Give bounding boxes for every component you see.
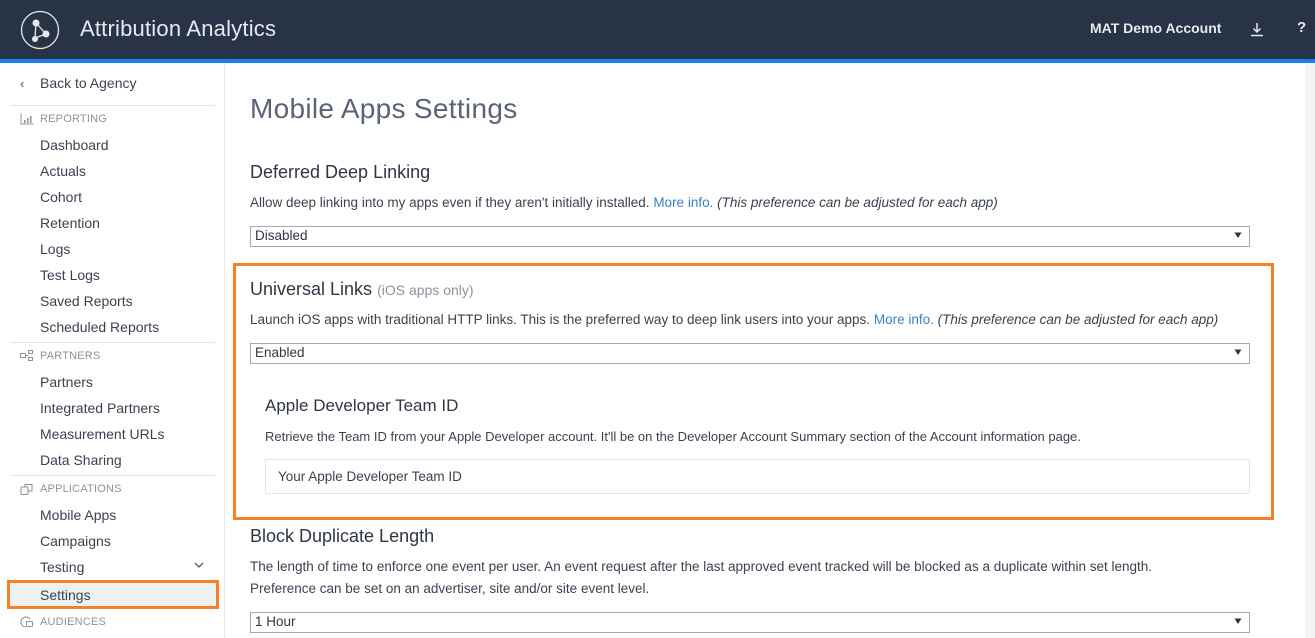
sidebar-item-integrated-partners[interactable]: Integrated Partners <box>40 400 160 416</box>
block-duplicate-length-title: Block Duplicate Length <box>250 526 435 546</box>
sidebar-item-cohort[interactable]: Cohort <box>40 189 82 205</box>
dropdown-arrow-icon <box>1234 349 1242 355</box>
selected-value: Enabled <box>255 345 305 360</box>
sidebar-item-dashboard[interactable]: Dashboard <box>40 137 109 153</box>
sidebar-item-test-logs[interactable]: Test Logs <box>40 267 100 283</box>
applications-icon <box>20 484 33 495</box>
section-applications: APPLICATIONS <box>20 483 122 495</box>
section-audiences: AUDIENCES <box>20 616 106 628</box>
apple-team-id-title: Apple Developer Team ID <box>265 396 459 415</box>
apple-team-id-input[interactable] <box>265 459 1250 494</box>
sidebar-item-settings[interactable]: Settings <box>7 580 219 609</box>
account-name[interactable]: MAT Demo Account <box>1090 20 1221 36</box>
selected-value: 1 Hour <box>255 614 296 629</box>
dropdown-arrow-icon <box>1234 618 1242 624</box>
sidebar-item-mobile-apps[interactable]: Mobile Apps <box>40 507 116 523</box>
sidebar-item-data-sharing[interactable]: Data Sharing <box>40 452 122 468</box>
sidebar-item-partners[interactable]: Partners <box>40 374 93 390</box>
sidebar-item-label: Settings <box>40 587 91 603</box>
download-icon[interactable] <box>1249 20 1265 38</box>
block-duplicate-length-description-2: Preference can be set on an advertiser, … <box>250 581 650 596</box>
app-title: Attribution Analytics <box>80 16 277 41</box>
universal-links-select[interactable]: Enabled <box>250 343 1250 364</box>
universal-links-title: Universal Links (iOS apps only) <box>250 279 474 299</box>
sidebar-divider <box>10 105 215 106</box>
sidebar-item-measurement-urls[interactable]: Measurement URLs <box>40 426 165 442</box>
deferred-deep-linking-description: Allow deep linking into my apps even if … <box>250 195 998 210</box>
universal-links-subtitle: (iOS apps only) <box>377 282 474 298</box>
section-title: REPORTING <box>40 113 107 125</box>
deferred-deep-linking-more-info-link[interactable]: More info. <box>653 195 713 210</box>
section-partners: PARTNERS <box>20 350 100 362</box>
deferred-deep-linking-title: Deferred Deep Linking <box>250 162 431 182</box>
dropdown-arrow-icon <box>1234 232 1242 238</box>
section-title: AUDIENCES <box>40 616 106 628</box>
deferred-deep-linking-select[interactable]: Disabled <box>250 226 1250 247</box>
sidebar-item-actuals[interactable]: Actuals <box>40 163 86 179</box>
chevron-down-icon[interactable] <box>193 560 205 570</box>
audiences-icon <box>20 616 33 628</box>
section-reporting: REPORTING <box>20 113 107 125</box>
sidebar-divider <box>10 475 215 476</box>
page-title: Mobile Apps Settings <box>250 93 518 124</box>
sidebar: ‹ Back to Agency REPORTING Dashboard Act… <box>0 63 225 638</box>
section-title: APPLICATIONS <box>40 483 122 495</box>
block-duplicate-length-description: The length of time to enforce one event … <box>250 559 1153 574</box>
selected-value: Disabled <box>255 228 308 243</box>
network-logo-icon[interactable] <box>20 10 60 50</box>
apple-team-id-description: Retrieve the Team ID from your Apple Dev… <box>265 429 1081 444</box>
sidebar-divider <box>10 342 215 343</box>
partners-icon <box>20 350 33 361</box>
sidebar-item-saved-reports[interactable]: Saved Reports <box>40 293 133 309</box>
sidebar-item-testing[interactable]: Testing <box>40 559 84 575</box>
sidebar-item-campaigns[interactable]: Campaigns <box>40 533 111 549</box>
top-navigation-bar: Attribution Analytics MAT Demo Account ? <box>0 0 1315 59</box>
block-duplicate-length-select[interactable]: 1 Hour <box>250 612 1250 633</box>
chevron-left-icon: ‹ <box>20 75 25 91</box>
sidebar-item-scheduled-reports[interactable]: Scheduled Reports <box>40 319 159 335</box>
preference-note: (This preference can be adjusted for eac… <box>717 195 998 210</box>
page-scrollbar[interactable] <box>1305 63 1315 638</box>
back-link-label: Back to Agency <box>40 75 137 91</box>
sidebar-item-retention[interactable]: Retention <box>40 215 100 231</box>
back-to-agency-link[interactable]: ‹ Back to Agency <box>20 75 137 91</box>
section-title: PARTNERS <box>40 350 101 362</box>
bar-chart-icon <box>20 113 34 125</box>
universal-links-description: Launch iOS apps with traditional HTTP li… <box>250 312 1219 327</box>
help-icon[interactable]: ? <box>1297 19 1306 36</box>
preference-note: (This preference can be adjusted for eac… <box>937 312 1219 327</box>
universal-links-more-info-link[interactable]: More info. <box>874 312 934 327</box>
sidebar-item-logs[interactable]: Logs <box>40 241 70 257</box>
main-content: Mobile Apps Settings Deferred Deep Linki… <box>226 63 1315 638</box>
